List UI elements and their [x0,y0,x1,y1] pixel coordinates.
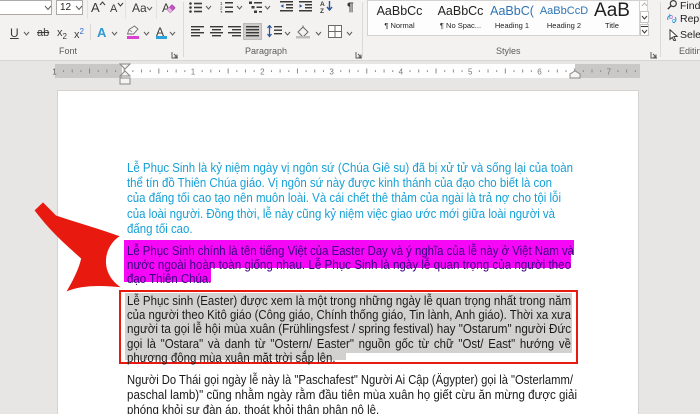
svg-text:1: 1 [191,68,196,77]
svg-text:3: 3 [220,10,223,13]
svg-text:3: 3 [329,68,334,77]
svg-text:1: 1 [52,68,57,77]
svg-text:6: 6 [537,68,542,77]
svg-text:Z: Z [320,8,324,13]
svg-text:5: 5 [468,68,473,77]
svg-text:A: A [320,1,325,8]
svg-text:4: 4 [399,68,404,77]
svg-text:7: 7 [607,68,612,77]
svg-text:2: 2 [260,68,265,77]
